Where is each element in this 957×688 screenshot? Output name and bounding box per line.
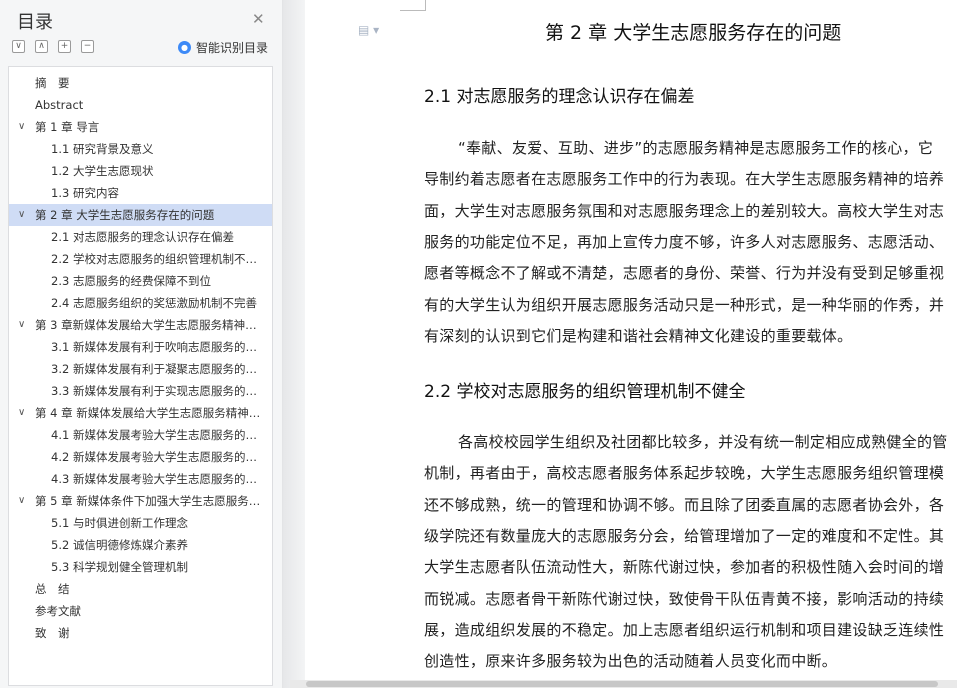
toc-item-label: 5.1 与时俱进创新工作理念 xyxy=(51,516,188,530)
toc-chapter-item[interactable]: Abstract xyxy=(9,94,272,116)
toc-item-label: 1.2 大学生志愿现状 xyxy=(51,164,154,178)
paragraph-line: “奉献、友爱、互助、进步”的志愿服务精神是志愿服务工作的核心，它 xyxy=(458,139,934,157)
paragraph-line: 大学生志愿者队伍流动性大，新陈代谢过快，参加者的积极性随入会时间的增 xyxy=(424,558,945,577)
toc-item-label: 总 结 xyxy=(35,582,70,596)
toc-item-label: 2.2 学校对志愿服务的组织管理机制不健全 xyxy=(51,252,262,266)
paragraph-line: 愿者等概念不了解或不清楚，志愿者的身份、荣誉、行为并没有受到足够重视 xyxy=(424,264,945,283)
document-icon[interactable]: ▤ ▾ xyxy=(358,23,379,37)
toc-chapter-item[interactable]: 摘 要 xyxy=(9,72,272,94)
toc-item-label: 第 1 章 导言 xyxy=(35,120,100,134)
toc-chapter-item[interactable]: ∨ 第 2 章 大学生志愿服务存在的问题 xyxy=(9,204,272,226)
chevron-down-icon[interactable]: ∨ xyxy=(18,490,25,512)
expand-all-icon[interactable]: ∨ xyxy=(12,40,25,53)
toc-item-label: Abstract xyxy=(35,98,84,112)
toc-section-item[interactable]: 3.1 新媒体发展有利于吹响志愿服务的集结号 xyxy=(9,336,272,358)
toc-section-item[interactable]: 2.3 志愿服务的经费保障不到位 xyxy=(9,270,272,292)
smart-recognize-label: 智能识别目录 xyxy=(196,41,269,55)
horizontal-scrollbar[interactable] xyxy=(290,680,957,688)
paragraph-line: 而锐减。志愿者骨干新陈代谢过快，致使骨干队伍青黄不接，影响活动的持续 xyxy=(424,589,945,608)
toc-chapter-item[interactable]: ∨ 第 4 章 新媒体发展给大学生志愿服务精神培养带来的挑战 xyxy=(9,402,272,424)
scrollbar-thumb[interactable] xyxy=(306,681,938,687)
paragraph-line: 有的大学生认为组织开展志愿服务活动只是一种形式，是一种华丽的作秀，并 xyxy=(424,295,945,314)
toc-section-item[interactable]: 5.2 诚信明德修炼媒介素养 xyxy=(9,534,272,556)
toc-section-item[interactable]: 2.1 对志愿服务的理念认识存在偏差 xyxy=(9,226,272,248)
document-page[interactable]: ▤ ▾ 第 2 章 大学生志愿服务存在的问题 2.1 对志愿服务的理念认识存在偏… xyxy=(305,0,957,680)
paragraph-line: 面，大学生对志愿服务氛围和对志愿服务理念上的差别较大。高校大学生对志 xyxy=(424,201,945,220)
section-heading: 2.2 学校对志愿服务的组织管理机制不健全 xyxy=(424,382,746,402)
toc-section-item[interactable]: 3.3 新媒体发展有利于实现志愿服务的常态化 xyxy=(9,380,272,402)
toc-item-label: 5.3 科学规划健全管理机制 xyxy=(51,560,188,574)
paragraph-line: 导制约着志愿者在志愿服务工作中的行为表现。在大学生志愿服务精神的培养 xyxy=(424,170,945,189)
paragraph-line: 机制，再者由于，高校志愿者服务体系起步较晚，大学生志愿服务组织管理模 xyxy=(424,464,945,483)
toc-chapter-item[interactable]: 致 谢 xyxy=(9,622,272,644)
page-corner-mark xyxy=(400,0,426,11)
toc-item-label: 4.1 新媒体发展考验大学生志愿服务的辨别力 xyxy=(51,428,262,442)
toc-item-label: 1.1 研究背景及意义 xyxy=(51,142,154,156)
paragraph-line: 级学院还有数量庞大的志愿服务分会，给管理增加了一定的难度和不定性。其 xyxy=(424,526,945,545)
chevron-down-icon[interactable]: ∨ xyxy=(18,402,25,424)
smart-recognize-icon: ● xyxy=(178,41,191,54)
toc-section-item[interactable]: 5.3 科学规划健全管理机制 xyxy=(9,556,272,578)
toc-chapter-item[interactable]: 参考文献 xyxy=(9,600,272,622)
toc-item-label: 1.3 研究内容 xyxy=(51,186,119,200)
toc-title: 目录 xyxy=(17,12,53,33)
chevron-down-icon[interactable]: ∨ xyxy=(18,314,25,336)
toc-item-label: 2.4 志愿服务组织的奖惩激励机制不完善 xyxy=(51,296,257,310)
section-heading: 2.1 对志愿服务的理念认识存在偏差 xyxy=(424,87,695,107)
toc-section-item[interactable]: 1.3 研究内容 xyxy=(9,182,272,204)
toc-chapter-item[interactable]: 总 结 xyxy=(9,578,272,600)
toc-item-label: 3.3 新媒体发展有利于实现志愿服务的常态化 xyxy=(51,384,262,398)
toc-section-item[interactable]: 1.2 大学生志愿现状 xyxy=(9,160,272,182)
remove-heading-icon[interactable]: − xyxy=(81,40,94,53)
toc-chapter-item[interactable]: ∨ 第 3 章新媒体发展给大学生志愿服务精神培养带来的机遇 xyxy=(9,314,272,336)
paragraph-line: 还不够成熟，统一的管理和协调不够。而且除了团委直属的志愿者协会外，各 xyxy=(424,495,945,514)
toc-section-item[interactable]: 4.3 新媒体发展考验大学生志愿服务的执行力 xyxy=(9,468,272,490)
toc-section-item[interactable]: 1.1 研究背景及意义 xyxy=(9,138,272,160)
toc-item-label: 4.3 新媒体发展考验大学生志愿服务的执行力 xyxy=(51,472,262,486)
paragraph-line: 创造性，原来许多服务较为出色的活动随着人员变化而中断。 xyxy=(424,652,838,671)
toc-section-item[interactable]: 2.2 学校对志愿服务的组织管理机制不健全 xyxy=(9,248,272,270)
toc-section-item[interactable]: 2.4 志愿服务组织的奖惩激励机制不完善 xyxy=(9,292,272,314)
toc-item-label: 第 3 章新媒体发展给大学生志愿服务精神培养带来的机遇 xyxy=(35,318,262,332)
toc-list: 摘 要 Abstract ∨ 第 1 章 导言 1.1 研究背景及意义 1.2 大学生志愿… xyxy=(8,66,273,686)
paragraph-line: 展，造成组织发展的不稳定。加上志愿者组织运行机制和项目建设缺乏连续性 xyxy=(424,620,945,639)
chapter-title: 第 2 章 大学生志愿服务存在的问题 xyxy=(545,22,842,44)
toc-section-item[interactable]: 5.1 与时俱进创新工作理念 xyxy=(9,512,272,534)
toc-item-label: 3.2 新媒体发展有利于凝聚志愿服务的正能量 xyxy=(51,362,262,376)
toc-item-label: 2.3 志愿服务的经费保障不到位 xyxy=(51,274,211,288)
toc-item-label: 第 4 章 新媒体发展给大学生志愿服务精神培养带来的挑战 xyxy=(35,406,262,420)
chevron-down-icon[interactable]: ∨ xyxy=(18,204,25,226)
smart-recognize-button[interactable]: ● 智能识别目录 xyxy=(178,39,268,56)
toc-section-item[interactable]: 3.2 新媒体发展有利于凝聚志愿服务的正能量 xyxy=(9,358,272,380)
paragraph-line: 服务的功能定位不足，再加上宣传力度不够，许多人对志愿服务、志愿活动、 xyxy=(424,232,945,251)
toc-item-label: 5.2 诚信明德修炼媒介素养 xyxy=(51,538,188,552)
paragraph-line: 各高校校园学生组织及社团都比较多，并没有统一制定相应成熟健全的管 xyxy=(458,433,948,451)
toc-item-label: 4.2 新媒体发展考验大学生志愿服务的自制力 xyxy=(51,450,262,464)
toc-item-label: 第 2 章 大学生志愿服务存在的问题 xyxy=(35,208,215,222)
paragraph-line: 有深刻的认识到它们是构建和谐社会精神文化建设的重要载体。 xyxy=(424,326,853,345)
toc-item-label: 2.1 对志愿服务的理念认识存在偏差 xyxy=(51,230,234,244)
toc-item-label: 致 谢 xyxy=(35,626,70,640)
toc-panel: 目录 ✕ ∨ ∧ + − ● 智能识别目录 摘 要 Abstract ∨ 第 1 章 … xyxy=(0,0,283,688)
collapse-all-icon[interactable]: ∧ xyxy=(35,40,48,53)
toc-item-label: 摘 要 xyxy=(35,76,70,90)
panel-divider[interactable] xyxy=(283,0,305,688)
toc-chapter-item[interactable]: ∨ 第 1 章 导言 xyxy=(9,116,272,138)
add-heading-icon[interactable]: + xyxy=(58,40,71,53)
toc-chapter-item[interactable]: ∨ 第 5 章 新媒体条件下加强大学生志愿服务精神培养的对策 xyxy=(9,490,272,512)
toc-section-item[interactable]: 4.1 新媒体发展考验大学生志愿服务的辨别力 xyxy=(9,424,272,446)
toc-item-label: 参考文献 xyxy=(35,604,81,618)
toc-item-label: 第 5 章 新媒体条件下加强大学生志愿服务精神培养的对策 xyxy=(35,494,262,508)
toc-toolbar: ∨ ∧ + − xyxy=(12,40,94,53)
close-icon[interactable]: ✕ xyxy=(252,10,265,28)
chevron-down-icon[interactable]: ∨ xyxy=(18,116,25,138)
toc-section-item[interactable]: 4.2 新媒体发展考验大学生志愿服务的自制力 xyxy=(9,446,272,468)
toc-item-label: 3.1 新媒体发展有利于吹响志愿服务的集结号 xyxy=(51,340,262,354)
